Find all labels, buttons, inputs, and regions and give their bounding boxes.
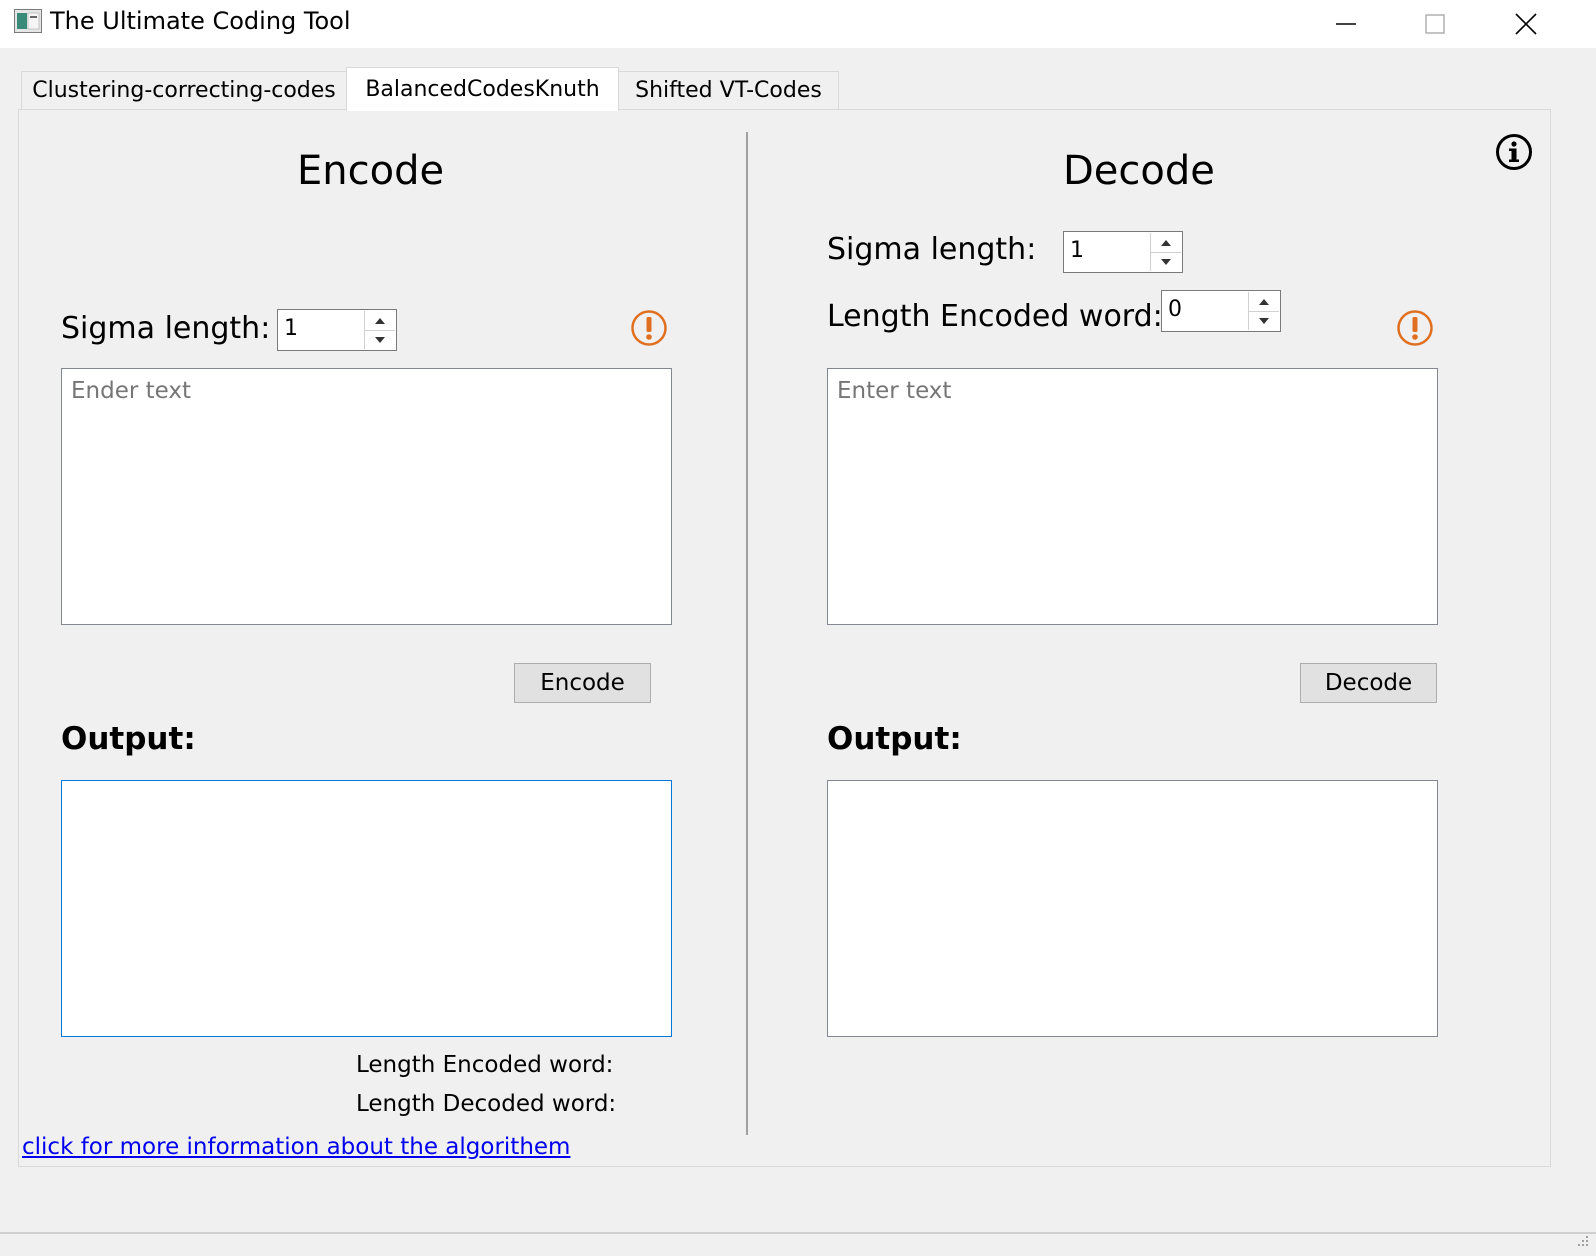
decode-length-encoded-spinbox[interactable]: 0: [1161, 290, 1281, 332]
decode-heading: Decode: [1063, 148, 1215, 194]
minimize-button[interactable]: [1300, 0, 1392, 48]
info-icon[interactable]: [1495, 133, 1533, 171]
maximize-button[interactable]: [1389, 0, 1481, 48]
encode-sigma-label: Sigma length:: [61, 311, 271, 346]
arrow-down-icon: [1259, 317, 1269, 324]
encode-input-textarea[interactable]: Ender text: [61, 368, 672, 625]
spin-up-button[interactable]: [1151, 233, 1181, 253]
tab-balanced-codes-knuth[interactable]: BalancedCodesKnuth: [346, 67, 619, 111]
window-bottom-edge: [0, 1232, 1596, 1234]
encode-heading: Encode: [297, 148, 445, 194]
app-icon: [14, 9, 42, 33]
tab-label: BalancedCodesKnuth: [365, 77, 600, 102]
decode-length-encoded-label: Length Encoded word:: [827, 299, 1163, 334]
decode-output-textarea[interactable]: [827, 780, 1438, 1037]
arrow-down-icon: [375, 336, 385, 343]
spin-down-button[interactable]: [365, 330, 395, 349]
section-divider: [746, 132, 748, 1135]
encode-sigma-spinbox[interactable]: 1: [277, 309, 397, 351]
tab-shifted-vt-codes[interactable]: Shifted VT-Codes: [618, 71, 839, 109]
window-title: The Ultimate Coding Tool: [50, 7, 351, 35]
encode-warning-icon[interactable]: [630, 309, 668, 347]
minimize-icon: [1336, 23, 1356, 25]
close-icon: [1515, 13, 1537, 35]
encode-output-textarea[interactable]: [61, 780, 672, 1037]
spin-up-button[interactable]: [1249, 292, 1279, 312]
spin-up-button[interactable]: [365, 311, 395, 331]
spinbox-value: 1: [1070, 238, 1084, 263]
tab-label: Clustering-correcting-codes: [32, 78, 336, 103]
spinbox-value: 0: [1168, 297, 1182, 322]
encode-button-label: Encode: [540, 670, 625, 696]
spinbox-value: 1: [284, 316, 298, 341]
close-button[interactable]: [1480, 0, 1572, 48]
encode-input-placeholder: Ender text: [71, 378, 192, 404]
spin-down-button[interactable]: [1249, 311, 1279, 330]
decode-output-label: Output:: [827, 721, 962, 757]
tab-label: Shifted VT-Codes: [635, 78, 822, 103]
maximize-icon: [1425, 14, 1445, 34]
encode-length-encoded-label: Length Encoded word:: [356, 1052, 614, 1078]
spin-down-button[interactable]: [1151, 252, 1181, 271]
decode-button[interactable]: Decode: [1300, 663, 1437, 703]
arrow-up-icon: [1161, 239, 1171, 246]
decode-input-textarea[interactable]: Enter text: [827, 368, 1438, 625]
resize-grip-icon[interactable]: [1574, 1232, 1590, 1248]
arrow-up-icon: [375, 317, 385, 324]
decode-button-label: Decode: [1324, 670, 1413, 696]
tab-clustering-correcting-codes[interactable]: Clustering-correcting-codes: [21, 71, 347, 109]
decode-input-placeholder: Enter text: [837, 378, 952, 404]
decode-warning-icon[interactable]: [1396, 309, 1434, 347]
encode-button[interactable]: Encode: [514, 663, 651, 703]
decode-sigma-spinbox[interactable]: 1: [1063, 231, 1183, 273]
encode-output-label: Output:: [61, 721, 196, 757]
decode-sigma-label: Sigma length:: [827, 232, 1037, 267]
arrow-down-icon: [1161, 258, 1171, 265]
encode-length-decoded-label: Length Decoded word:: [356, 1091, 617, 1117]
algorithm-info-link[interactable]: click for more information about the alg…: [22, 1134, 570, 1160]
arrow-up-icon: [1259, 298, 1269, 305]
